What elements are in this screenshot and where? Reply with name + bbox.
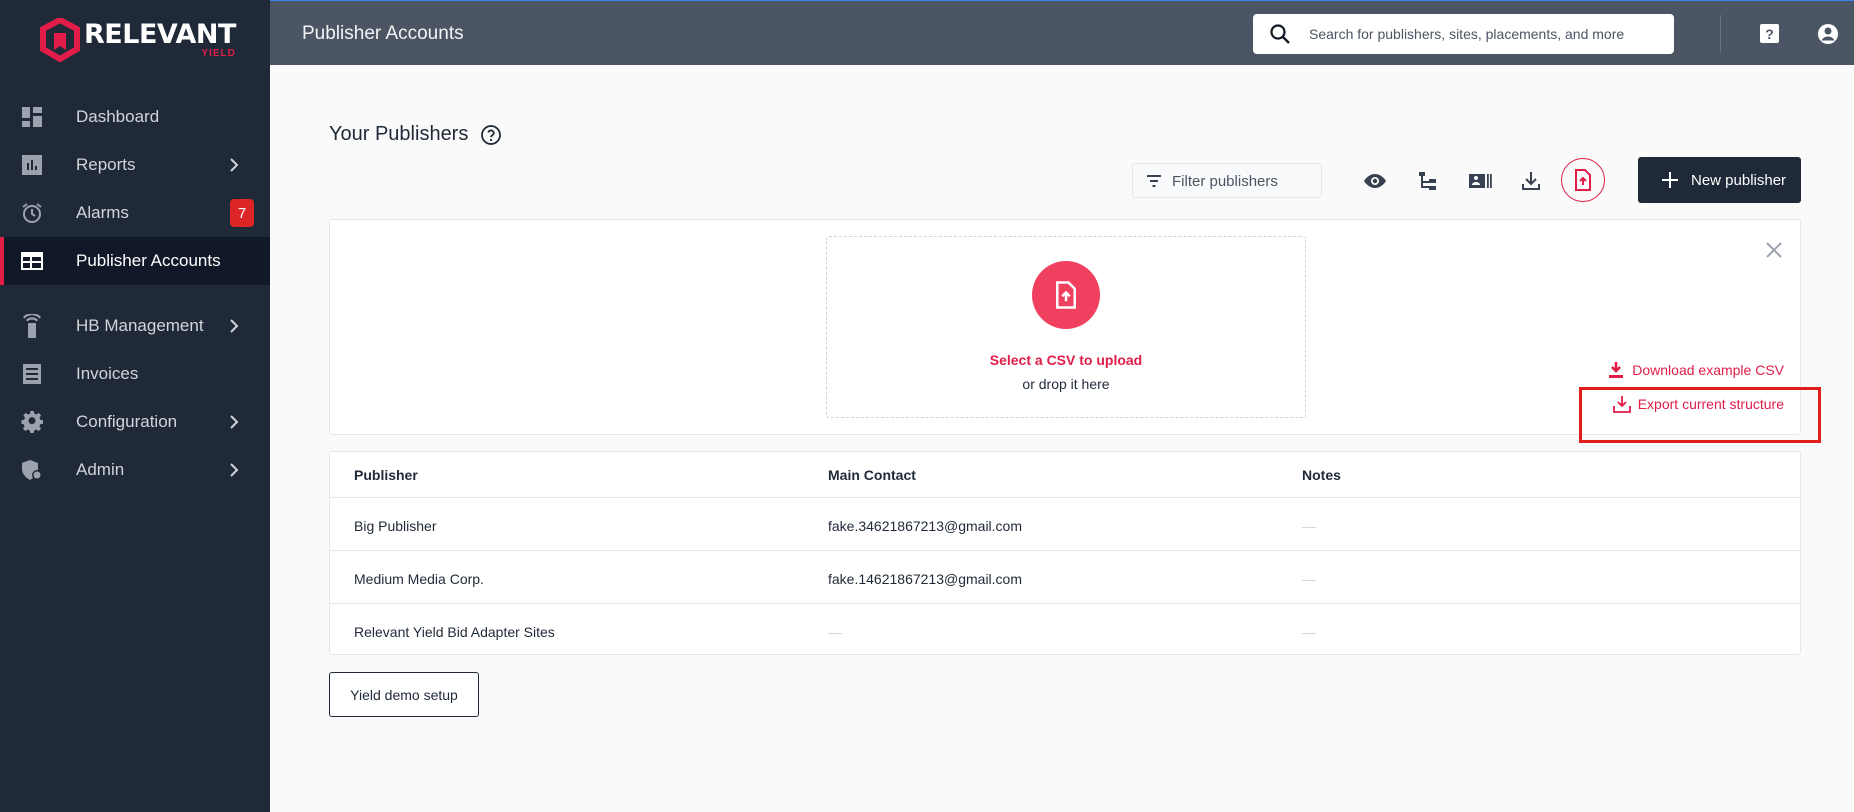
sidebar-item-hb-management[interactable]: HB Management (0, 302, 270, 350)
publisher-cell: Medium Media Corp. (354, 571, 484, 587)
brand-name: RELEVANT (84, 19, 236, 50)
sidebar-item-label: Publisher Accounts (76, 251, 221, 270)
upload-circle[interactable] (1032, 261, 1100, 329)
highlight-box (1579, 387, 1821, 443)
help-circle-icon[interactable] (480, 124, 502, 146)
relevant-logo-icon (40, 18, 80, 62)
contact-cell: — (828, 624, 842, 640)
sidebar-item-publisher-accounts[interactable]: Publisher Accounts (0, 237, 270, 285)
page-title: Publisher Accounts (302, 23, 464, 44)
plus-icon (1662, 172, 1678, 188)
tree-structure-icon (1419, 172, 1436, 190)
sidebar-item-admin[interactable]: Admin (0, 446, 270, 494)
table-header-row: Publisher Main Contact Notes (330, 452, 1800, 498)
admin-shield-icon (20, 458, 44, 482)
user-account-icon[interactable] (1816, 22, 1840, 46)
help-button[interactable]: ? (1760, 24, 1779, 43)
top-bar-divider (1720, 15, 1721, 53)
section-heading: Your Publishers (329, 123, 502, 146)
new-publisher-button[interactable]: New publisher (1638, 157, 1801, 203)
download-solid-icon (1609, 362, 1624, 378)
publishers-table: Publisher Main Contact Notes Big Publish… (329, 451, 1801, 655)
yield-demo-setup-button[interactable]: Yield demo setup (329, 672, 479, 717)
sidebar-item-label: Alarms (76, 203, 129, 222)
download-example-csv-link[interactable]: Download example CSV (1606, 360, 1784, 380)
download-example-label: Download example CSV (1632, 362, 1784, 378)
sidebar-item-alarms[interactable]: Alarms 7 (0, 189, 270, 237)
chevron-right-icon (230, 158, 239, 172)
logo[interactable]: RELEVANT YIELD (40, 18, 236, 62)
column-header-notes[interactable]: Notes (1302, 467, 1341, 483)
notes-cell: — (1302, 624, 1316, 640)
sidebar-item-label: Configuration (76, 412, 178, 431)
column-header-main-contact[interactable]: Main Contact (828, 467, 916, 483)
notes-cell: — (1302, 571, 1316, 587)
sidebar-item-configuration[interactable]: Configuration (0, 398, 270, 446)
table-row[interactable]: Big Publisher fake.34621867213@gmail.com… (330, 498, 1800, 551)
select-csv-link[interactable]: Select a CSV to upload (827, 352, 1305, 368)
contact-cell: fake.14621867213@gmail.com (828, 571, 1023, 587)
global-search (1253, 14, 1674, 54)
tree-view-button[interactable] (1407, 160, 1449, 202)
search-input[interactable] (1309, 14, 1659, 54)
sidebar-item-label: Invoices (76, 364, 139, 383)
download-icon (1522, 172, 1540, 190)
table-row[interactable]: Medium Media Corp. fake.14621867213@gmai… (330, 551, 1800, 604)
drop-hint: or drop it here (1022, 376, 1110, 392)
toggle-visibility-button[interactable] (1354, 160, 1396, 202)
table-row[interactable]: Relevant Yield Bid Adapter Sites — — (330, 604, 1800, 657)
sidebar-item-label: HB Management (76, 316, 204, 335)
chevron-right-icon (230, 463, 239, 477)
file-upload-icon (1575, 169, 1591, 191)
contact-card-icon (1469, 174, 1492, 188)
filter-placeholder: Filter publishers (1172, 173, 1278, 190)
alarm-count-badge: 7 (230, 199, 254, 227)
sidebar-item-dashboard[interactable]: Dashboard (0, 93, 270, 141)
sidebar-item-label: Reports (76, 155, 136, 174)
download-button[interactable] (1510, 160, 1552, 202)
filter-icon (1147, 175, 1161, 187)
your-publishers-title: Your Publishers (329, 123, 469, 145)
column-header-publisher[interactable]: Publisher (354, 467, 418, 483)
search-icon (1270, 24, 1290, 44)
alarm-icon (20, 201, 44, 225)
sidebar-nav: Dashboard Reports Alarms 7 Publisher Acc… (0, 93, 270, 494)
remote-icon (20, 314, 44, 338)
bar-chart-icon (20, 153, 44, 177)
notes-cell: — (1302, 518, 1316, 534)
contacts-view-button[interactable] (1459, 160, 1501, 202)
sidebar-item-label: Admin (76, 460, 125, 479)
file-upload-icon (1056, 281, 1076, 309)
filter-publishers-input[interactable]: Filter publishers (1132, 163, 1322, 198)
publisher-cell: Relevant Yield Bid Adapter Sites (354, 624, 555, 640)
chevron-right-icon (230, 319, 239, 333)
top-bar: Publisher Accounts ? (270, 0, 1854, 65)
chevron-right-icon (230, 415, 239, 429)
upload-csv-button[interactable] (1561, 158, 1605, 202)
new-publisher-label: New publisher (1691, 172, 1787, 189)
sidebar-item-label: Dashboard (76, 107, 160, 126)
eye-icon (1364, 174, 1386, 188)
contact-cell: fake.34621867213@gmail.com (828, 518, 1023, 534)
receipt-icon (20, 362, 44, 386)
csv-dropzone[interactable]: Select a CSV to upload or drop it here (826, 236, 1306, 418)
sidebar: RELEVANT YIELD Dashboard Reports Alarms … (0, 0, 270, 812)
close-icon[interactable] (1764, 240, 1784, 260)
publisher-cell: Big Publisher (354, 518, 437, 534)
help-icon: ? (1765, 25, 1774, 42)
table-icon (20, 249, 44, 273)
sidebar-item-reports[interactable]: Reports (0, 141, 270, 189)
sidebar-item-invoices[interactable]: Invoices (0, 350, 270, 398)
brand-sub: YIELD (201, 48, 236, 59)
dashboard-icon (20, 105, 44, 129)
gear-icon (20, 410, 44, 434)
